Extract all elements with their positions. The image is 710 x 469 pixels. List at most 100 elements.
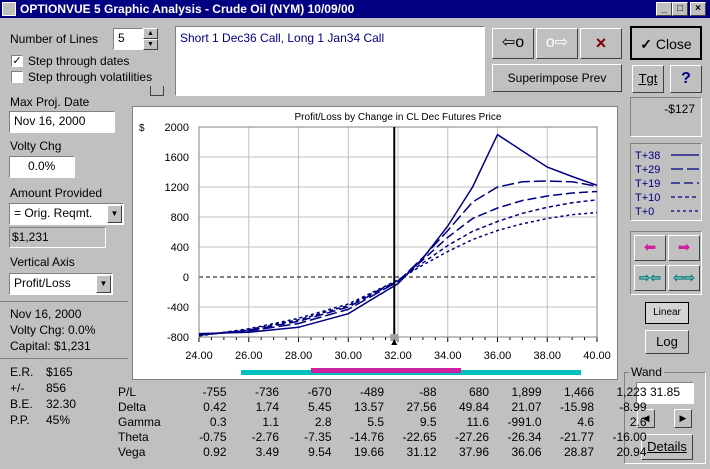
legend-label: T+29 [635, 164, 660, 176]
delete-button[interactable]: × [580, 28, 622, 59]
stat-key: B.E. [10, 397, 33, 411]
x-tick-label: 40.00 [583, 350, 611, 362]
step-settings-icon[interactable] [150, 86, 164, 96]
log-button[interactable]: Log [645, 330, 689, 354]
right-arrow-icon: o⇨ [545, 34, 569, 51]
table-cell: 0.92 [203, 445, 227, 459]
stat-value: 45% [46, 413, 71, 427]
row-label: Delta [118, 400, 147, 414]
close-window-button[interactable]: × [690, 2, 706, 16]
step-dates-checkbox[interactable]: ✓ [11, 55, 23, 67]
divider [0, 358, 128, 359]
divider [0, 301, 128, 302]
position-description[interactable]: Short 1 Dec36 Call, Long 1 Jan34 Call [175, 26, 485, 96]
table-cell: 28.87 [563, 445, 594, 459]
zoom-out-button[interactable]: ⇦⇨ [668, 265, 700, 291]
number-of-lines-input[interactable]: 5 [113, 28, 143, 50]
amount-value: $1,231 [9, 227, 106, 248]
right-arrow-icon: ➡ [677, 239, 691, 256]
app-icon [2, 2, 16, 16]
table-cell: 19.66 [353, 445, 384, 459]
pan-left-button[interactable]: ⬅ [634, 235, 666, 261]
x-tick-label: 38.00 [533, 350, 561, 362]
wand-label: Wand [629, 365, 664, 379]
summary-capital: Capital: $1,231 [10, 339, 91, 353]
forward-arrow-button[interactable]: o⇨ [536, 28, 578, 59]
vertical-axis-select[interactable]: Profit/Loss ▼ [9, 273, 113, 295]
table-cell: -8.99 [619, 400, 647, 414]
expand-arrows-icon: ⇦⇨ [673, 270, 695, 285]
table-cell: -489 [359, 385, 384, 399]
details-button[interactable]: Details [641, 434, 693, 460]
legend-label: T+0 [635, 206, 654, 218]
minimize-button[interactable]: _ [656, 2, 672, 16]
table-cell: -755 [202, 385, 227, 399]
table-cell: 9.5 [419, 415, 437, 429]
max-proj-date-input[interactable]: Nov 16, 2000 [9, 111, 115, 133]
maximize-button[interactable]: □ [672, 2, 688, 16]
checkmark-icon: ✓ [640, 36, 653, 52]
table-cell: -21.77 [559, 430, 594, 444]
row-label: Vega [118, 445, 146, 459]
legend-label: T+10 [635, 192, 660, 204]
chevron-down-icon[interactable]: ▼ [96, 275, 111, 293]
table-cell: -88 [419, 385, 437, 399]
stats-panel: E.R. $165 +/- 856 B.E. 32.30 P.P. 45% [10, 364, 76, 428]
vertical-axis-value: Profit/Loss [14, 276, 71, 290]
y-tick-label: 800 [171, 212, 189, 224]
amount-provided-value: = Orig. Reqmt. [14, 206, 93, 220]
vertical-axis-label: Vertical Axis [10, 255, 75, 269]
linear-button[interactable]: Linear [645, 302, 689, 324]
pan-right-button[interactable]: ➡ [668, 235, 700, 261]
x-tick-label: 30.00 [334, 350, 362, 362]
legend-label: T+38 [635, 150, 660, 162]
table-cell: -27.26 [454, 430, 489, 444]
close-button[interactable]: ✓ Close [630, 26, 702, 60]
step-dates-label: Step through dates [28, 54, 130, 68]
volty-chg-input[interactable]: 0.0% [9, 156, 75, 178]
table-cell: 37.96 [458, 445, 489, 459]
table-cell: 0.42 [203, 400, 227, 414]
left-arrow-icon: ⬅ [643, 239, 657, 256]
row-label: Theta [118, 430, 149, 444]
table-cell: 1,466 [563, 385, 594, 399]
table-cell: 5.5 [367, 415, 384, 429]
legend: T+38 T+29 T+19 T+10 T+0 [635, 150, 699, 218]
wand-right-button[interactable]: ▶ [674, 409, 692, 428]
zoom-in-button[interactable]: ⇨⇦ [634, 265, 666, 291]
table-cell: 680 [468, 385, 489, 399]
table-cell: 4.6 [577, 415, 594, 429]
table-cell: 49.84 [458, 400, 489, 414]
stat-value: 32.30 [46, 397, 77, 411]
title-bar: OPTIONVUE 5 Graphic Analysis - Crude Oil… [0, 0, 710, 18]
table-cell: -2.76 [251, 430, 279, 444]
stat-key: +/- [10, 381, 25, 395]
volty-chg-label: Volty Chg [10, 139, 62, 153]
tgt-button[interactable]: Tgt [632, 65, 664, 93]
number-of-lines-label: Number of Lines [10, 32, 99, 46]
back-arrow-button[interactable]: ⇦o [492, 28, 534, 59]
x-tick-label: 32.00 [384, 350, 412, 362]
spin-up-icon[interactable]: ▲ [143, 28, 158, 39]
amount-provided-select[interactable]: = Orig. Reqmt. ▼ [9, 203, 124, 225]
chart-panel: Profit/Loss by Change in CL Dec Futures … [132, 106, 618, 380]
superimpose-prev-button[interactable]: Superimpose Prev [492, 64, 622, 92]
summary-volty: Volty Chg: 0.0% [10, 323, 96, 337]
y-tick-label: 2000 [165, 122, 189, 134]
x-tick-label: 36.00 [484, 350, 512, 362]
table-cell: -26.34 [507, 430, 542, 444]
summary-date: Nov 16, 2000 [10, 307, 82, 321]
table-cell: -15.98 [559, 400, 594, 414]
step-vols-checkbox[interactable] [11, 71, 23, 83]
table-cell: 13.57 [353, 400, 384, 414]
x-tick-label: 26.00 [235, 350, 263, 362]
table-row: P/L -755 -736 -670 -489 -88 680 1,899 1,466 1,223 [118, 385, 647, 400]
pl-chart[interactable]: Profit/Loss by Change in CL Dec Futures … [133, 107, 617, 379]
table-cell: 3.49 [255, 445, 279, 459]
amount-provided-label: Amount Provided [10, 186, 103, 200]
chevron-down-icon[interactable]: ▼ [107, 205, 122, 223]
spin-down-icon[interactable]: ▼ [143, 39, 158, 50]
table-cell: 21.07 [511, 400, 542, 414]
table-cell: 2.8 [314, 415, 332, 429]
help-button[interactable]: ? [670, 65, 702, 93]
